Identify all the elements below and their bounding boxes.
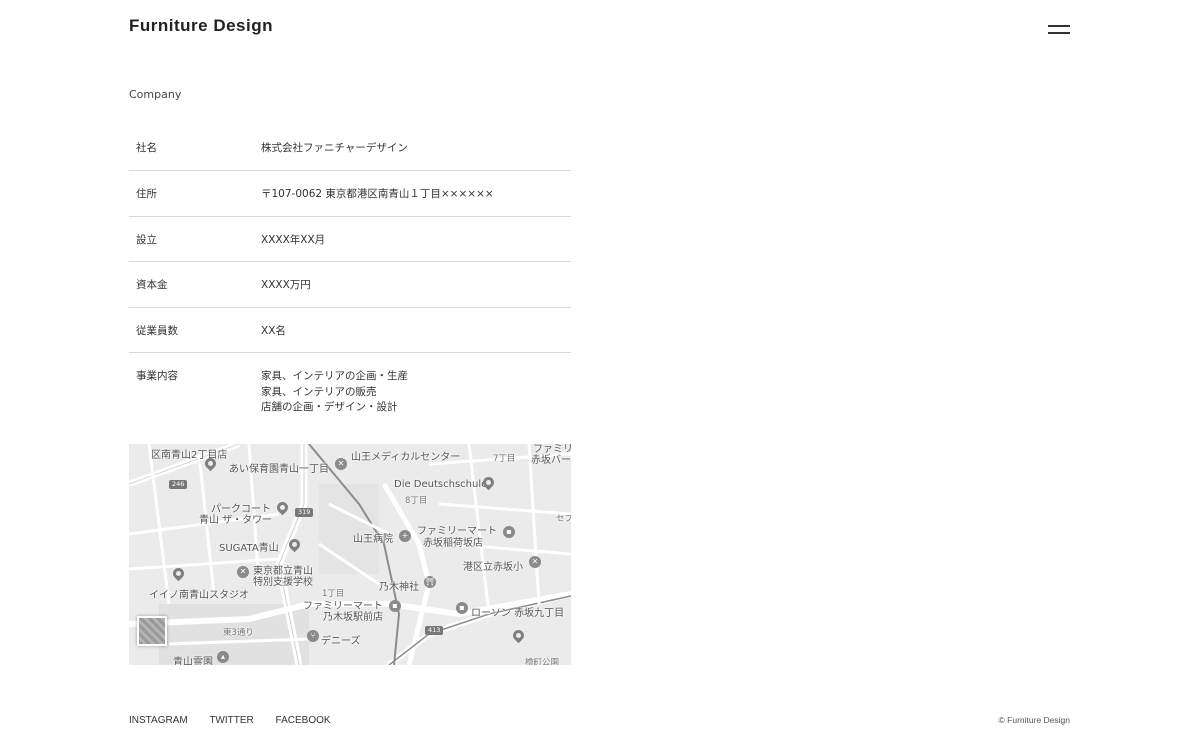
map-label: 青山 ザ・タワー (199, 515, 273, 526)
section-title: Company (129, 88, 182, 101)
value-line: 家具、インテリアの販売 (261, 385, 377, 398)
map-label: 山王病院 (353, 534, 393, 545)
twitter-link[interactable]: TWITTER (209, 715, 253, 726)
value-line: XXXX年XX月 (261, 233, 326, 246)
map-label: イイノ南青山スタジオ (149, 590, 249, 601)
route-shield: 413 (425, 626, 444, 635)
company-info-table: 社名 株式会社ファニチャーデザイン 住所 〒107-0062 東京都港区南青山１… (129, 125, 571, 416)
store-icon[interactable]: ▪ (456, 602, 468, 614)
row-label: 従業員数 (129, 306, 261, 353)
restaurant-icon[interactable]: ⑂ (307, 630, 319, 642)
school-icon[interactable]: ✕ (237, 566, 249, 578)
map-label: 青山霊園 (173, 657, 213, 665)
row-value: 〒107-0062 東京都港区南青山１丁目×××××× (261, 170, 571, 216)
map-label: デニーズ (321, 636, 361, 647)
instagram-link[interactable]: INSTAGRAM (129, 715, 188, 726)
store-icon[interactable]: ▪ (503, 526, 515, 538)
map-label: ローソン 赤坂九丁目 (471, 608, 565, 619)
map-label: 赤坂バー (531, 455, 571, 466)
map-label: 檜町公園 (525, 658, 560, 665)
hamburger-icon[interactable] (1046, 20, 1072, 38)
row-label: 資本金 (129, 261, 261, 307)
row-label: 事業内容 (129, 352, 261, 416)
map-label: 東3通り (223, 628, 254, 638)
table-row: 事業内容 家具、インテリアの企画・生産 家具、インテリアの販売 店舗の企画・デザ… (129, 352, 571, 416)
hospital-icon[interactable]: + (399, 530, 411, 542)
table-row: 社名 株式会社ファニチャーデザイン (129, 125, 571, 171)
map-label: 8丁目 (405, 496, 428, 506)
map-label: 7丁目 (493, 454, 516, 464)
table-row: 設立 XXXX年XX月 (129, 215, 571, 262)
map-label: 特別支援学校 (253, 577, 313, 588)
route-shield: 319 (295, 508, 314, 517)
row-value: 家具、インテリアの企画・生産 家具、インテリアの販売 店舗の企画・デザイン・設計 (261, 352, 571, 416)
value-line: 家具、インテリアの企画・生産 (261, 370, 408, 382)
value-line: XXXX万円 (261, 279, 311, 291)
social-links: INSTAGRAM TWITTER FACEBOOK (129, 715, 350, 726)
map-label: あい保育園青山一丁目 (229, 464, 329, 475)
copyright-text: © Furniture Design (998, 715, 1070, 725)
row-label: 設立 (129, 215, 261, 262)
cemetery-icon[interactable]: ▴ (217, 651, 229, 663)
row-label: 社名 (136, 142, 157, 154)
row-value: XX名 (261, 306, 571, 353)
map-label: 乃木神社 (379, 582, 419, 593)
facebook-link[interactable]: FACEBOOK (276, 715, 331, 726)
map-label: 赤坂稲荷坂店 (423, 538, 483, 549)
satellite-toggle-button[interactable] (137, 616, 167, 646)
menu-line (1048, 32, 1070, 34)
store-icon[interactable]: ▪ (389, 600, 401, 612)
school-icon[interactable]: ✕ (335, 458, 347, 470)
row-label: 住所 (129, 170, 261, 216)
map-label: SUGATA青山 (219, 543, 279, 554)
row-value: XXXX年XX月 (261, 215, 571, 262)
route-shield: 246 (169, 480, 188, 489)
value-line: 〒107-0062 東京都港区南青山１丁目×××××× (261, 188, 494, 200)
map-label: Die Deutschschule (394, 479, 488, 490)
map-label: 乃木坂駅前店 (323, 612, 383, 623)
value-line: XX名 (261, 324, 286, 337)
map-label: 区南青山2丁目店 (151, 450, 228, 461)
shrine-icon[interactable]: ⛩ (424, 576, 436, 588)
table-row: 従業員数 XX名 (129, 306, 571, 353)
menu-line (1048, 25, 1070, 27)
table-row: 住所 〒107-0062 東京都港区南青山１丁目×××××× (129, 170, 571, 216)
map-label: セブ (556, 514, 571, 524)
row-value: 株式会社ファニチャーデザイン (261, 125, 571, 171)
map-label: 港区立赤坂小 (463, 562, 523, 573)
row-value: XXXX万円 (261, 261, 571, 307)
value-line: 店舗の企画・デザイン・設計 (261, 401, 398, 413)
value-line: 株式会社ファニチャーデザイン (261, 142, 408, 154)
embedded-map[interactable]: 区南青山2丁目店 あい保育園青山一丁目 ✕ 山王メディカルセンター 7丁目 ファ… (129, 444, 571, 665)
table-row: 資本金 XXXX万円 (129, 261, 571, 307)
school-icon[interactable]: ✕ (529, 556, 541, 568)
site-title[interactable]: Furniture Design (129, 16, 273, 36)
map-label: 山王メディカルセンター (351, 452, 461, 463)
